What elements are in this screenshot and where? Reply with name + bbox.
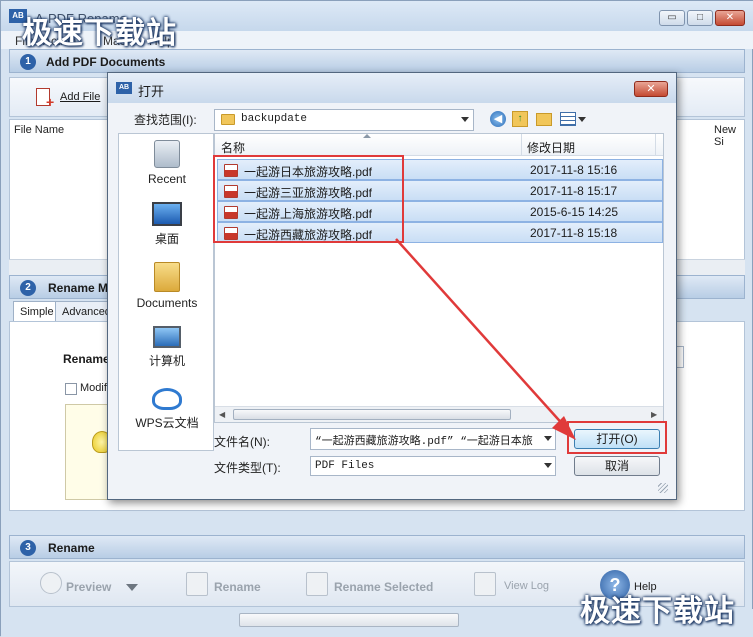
annotation-arrow: [395, 238, 576, 440]
